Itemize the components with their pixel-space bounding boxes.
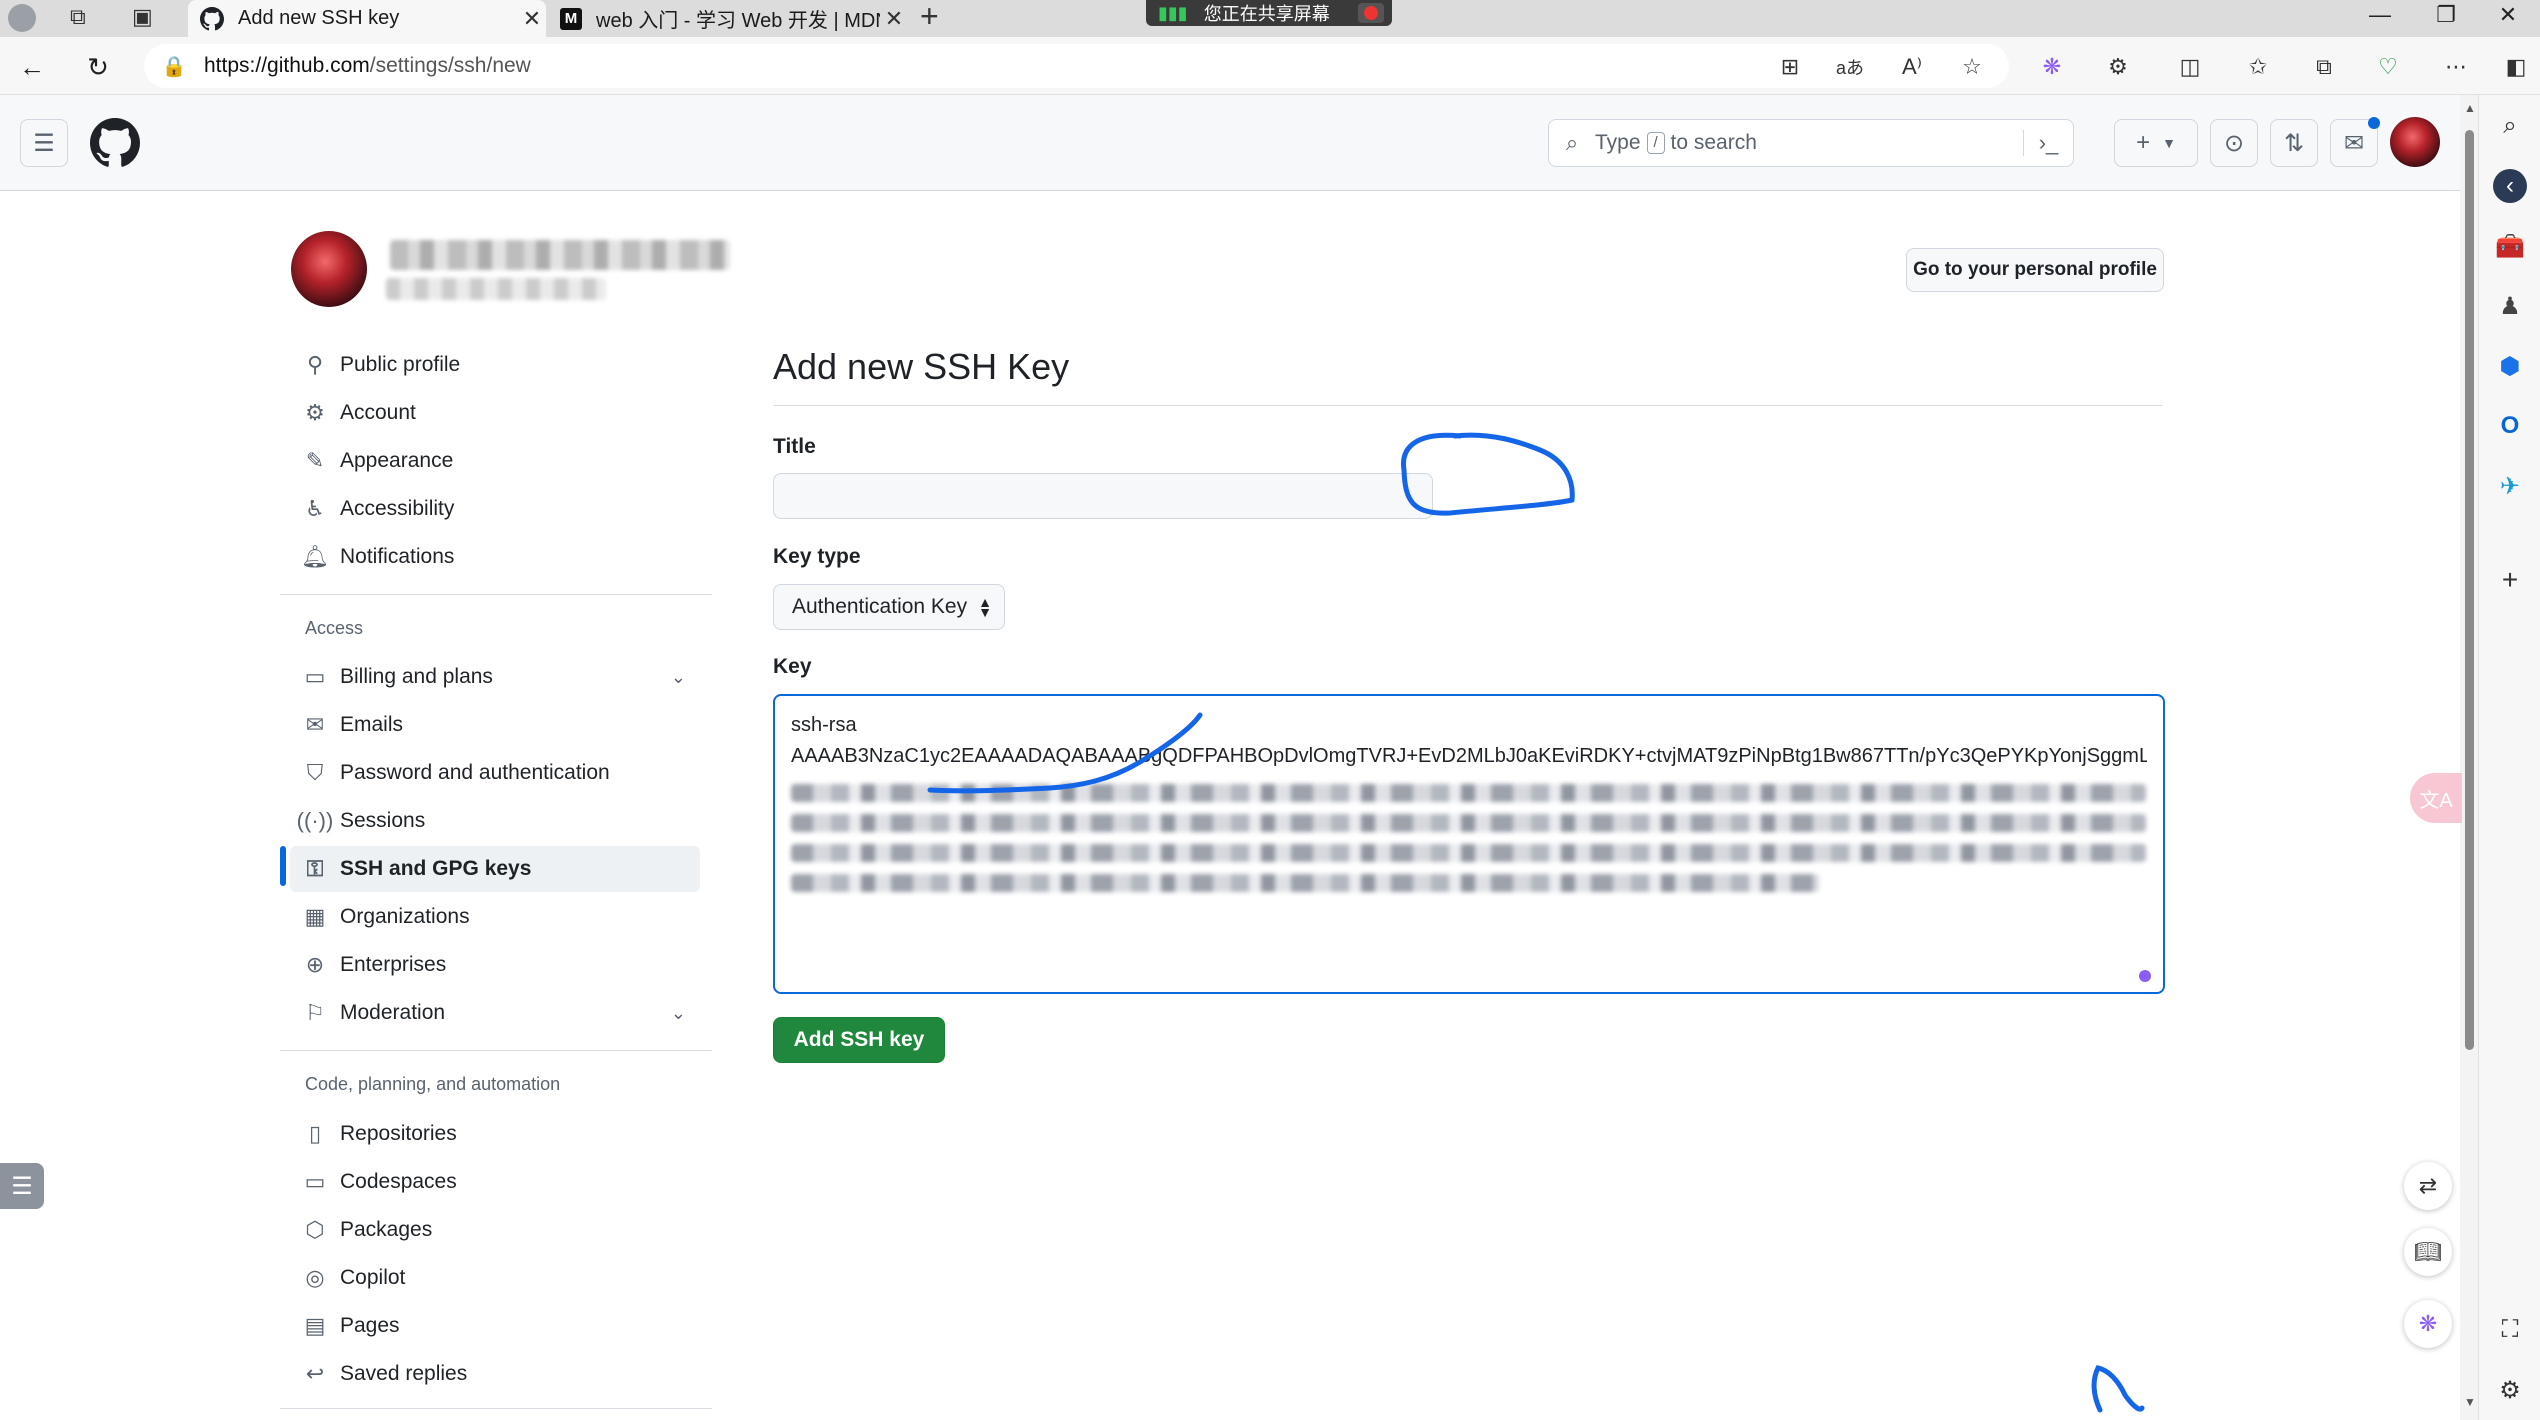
annotation-overlay [927,432,2145,1413]
screenshot-icon[interactable]: ⛶ [2493,1313,2527,1347]
side-panel-collapse-icon[interactable]: ‹ [2493,169,2527,203]
ai-assistant-icon[interactable]: ❋ [2404,1300,2452,1348]
sidebar-toggle-icon[interactable]: ◧ [2498,49,2534,85]
annotation-stroke [927,712,1203,794]
close-window-button[interactable]: ✕ [2478,0,2538,30]
drop-icon[interactable]: ✈ [2493,469,2527,503]
copilot-app-icon[interactable]: ⬢ [2493,349,2527,383]
outline-panel-button[interactable]: ☰ [0,1163,44,1209]
translate-button[interactable]: 文A [2410,773,2462,823]
scrollbar-thumb[interactable] [2465,130,2474,1050]
page-scrollbar[interactable]: ▲ ▼ [2460,95,2478,1420]
annotation-circle [1401,432,1575,516]
add-app-icon[interactable]: + [2493,563,2527,597]
browser-side-panel: ⌕ ‹ 🧰 ♟ ⬢ O ✈ + ⛶ ⚙ [2478,95,2540,1420]
settings-icon[interactable]: ⚙ [2493,1373,2527,1407]
annotation-check [2091,1365,2145,1413]
outlook-icon[interactable]: O [2493,409,2527,443]
scroll-down-arrow[interactable]: ▼ [2464,1395,2476,1409]
games-icon[interactable]: ♟ [2493,289,2527,323]
reading-mode-icon[interactable]: 📖︎ [2404,1228,2452,1276]
scroll-up-arrow[interactable]: ▲ [2464,101,2476,115]
search-icon[interactable]: ⌕ [2493,109,2527,143]
tools-icon[interactable]: 🧰 [2493,229,2527,263]
translate-page-icon[interactable]: ⇄ [2404,1162,2452,1210]
